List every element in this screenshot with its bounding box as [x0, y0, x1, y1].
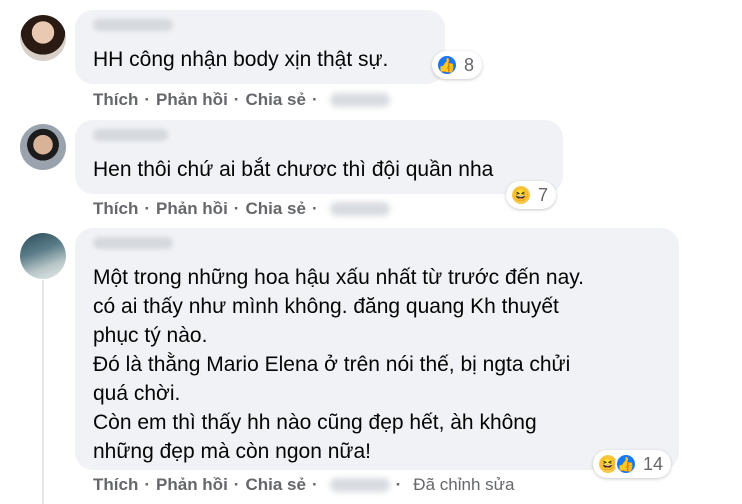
reply-button[interactable]: Phản hồi — [156, 90, 228, 110]
comment-actions: Thích · Phản hồi · Chia sẻ · — [93, 199, 390, 219]
comment-bubble: Hen thôi chứ ai bắt chươc thì đội quần n… — [75, 120, 563, 194]
like-button[interactable]: Thích — [93, 199, 138, 219]
comment-text-line: những đẹp mà còn ngon nữa! — [93, 440, 371, 463]
comment-text: HH công nhận body xịn thật sự. — [93, 48, 389, 71]
author-name[interactable] — [93, 19, 173, 31]
separator: · — [144, 475, 151, 494]
separator: · — [311, 199, 318, 218]
author-name[interactable] — [93, 129, 168, 141]
author-name[interactable] — [93, 237, 173, 249]
comment-text-line: có ai thấy như mình không. đăng quang Kh… — [93, 295, 559, 318]
timestamp[interactable] — [329, 478, 390, 492]
reaction-count: 14 — [643, 453, 664, 474]
separator: · — [144, 90, 151, 109]
avatar[interactable] — [20, 124, 66, 170]
reaction-summary[interactable]: 😆 👍 14 — [593, 450, 672, 478]
reply-button[interactable]: Phản hồi — [156, 199, 228, 219]
comment-text-line: phục tý nào. — [93, 324, 208, 347]
separator: · — [233, 475, 240, 494]
avatar[interactable] — [20, 15, 66, 61]
like-icon: 👍 — [615, 453, 637, 475]
separator: · — [144, 199, 151, 218]
share-button[interactable]: Chia sẻ — [245, 475, 305, 495]
comment-text: Hen thôi chứ ai bắt chươc thì đội quần n… — [93, 158, 494, 181]
separator: · — [311, 475, 318, 494]
timestamp[interactable] — [329, 93, 390, 107]
comment-actions: Thích · Phản hồi · Chia sẻ · · Đã chỉnh … — [93, 475, 514, 495]
comment-bubble: Một trong những hoa hậu xấu nhất từ trướ… — [75, 228, 679, 470]
like-icon: 👍 — [436, 54, 458, 76]
comment-bubble: HH công nhận body xịn thật sự. — [75, 10, 445, 84]
haha-icon: 😆 — [510, 184, 532, 206]
separator: · — [311, 90, 318, 109]
avatar[interactable] — [20, 233, 66, 279]
reaction-count: 8 — [464, 54, 475, 75]
timestamp[interactable] — [329, 202, 390, 216]
reaction-count: 7 — [538, 184, 549, 205]
separator: · — [395, 475, 402, 494]
reaction-summary[interactable]: 👍 8 — [432, 51, 483, 79]
edited-label[interactable]: Đã chỉnh sửa — [413, 475, 514, 495]
share-button[interactable]: Chia sẻ — [245, 199, 305, 219]
comment-actions: Thích · Phản hồi · Chia sẻ · — [93, 90, 390, 110]
reply-button[interactable]: Phản hồi — [156, 475, 228, 495]
comment-text-line: Còn em thì thấy hh nào cũng đẹp hết, àh … — [93, 411, 537, 434]
comment-text-line: Đó là thằng Mario Elena ở trên nói thế, … — [93, 353, 571, 376]
thread-line — [42, 280, 44, 504]
comment-text-line: Một trong những hoa hậu xấu nhất từ trướ… — [93, 266, 585, 289]
like-button[interactable]: Thích — [93, 90, 138, 110]
comment-text-line: quá chời. — [93, 382, 181, 405]
reaction-summary[interactable]: 😆 7 — [506, 181, 557, 209]
share-button[interactable]: Chia sẻ — [245, 90, 305, 110]
like-button[interactable]: Thích — [93, 475, 138, 495]
separator: · — [233, 90, 240, 109]
separator: · — [233, 199, 240, 218]
